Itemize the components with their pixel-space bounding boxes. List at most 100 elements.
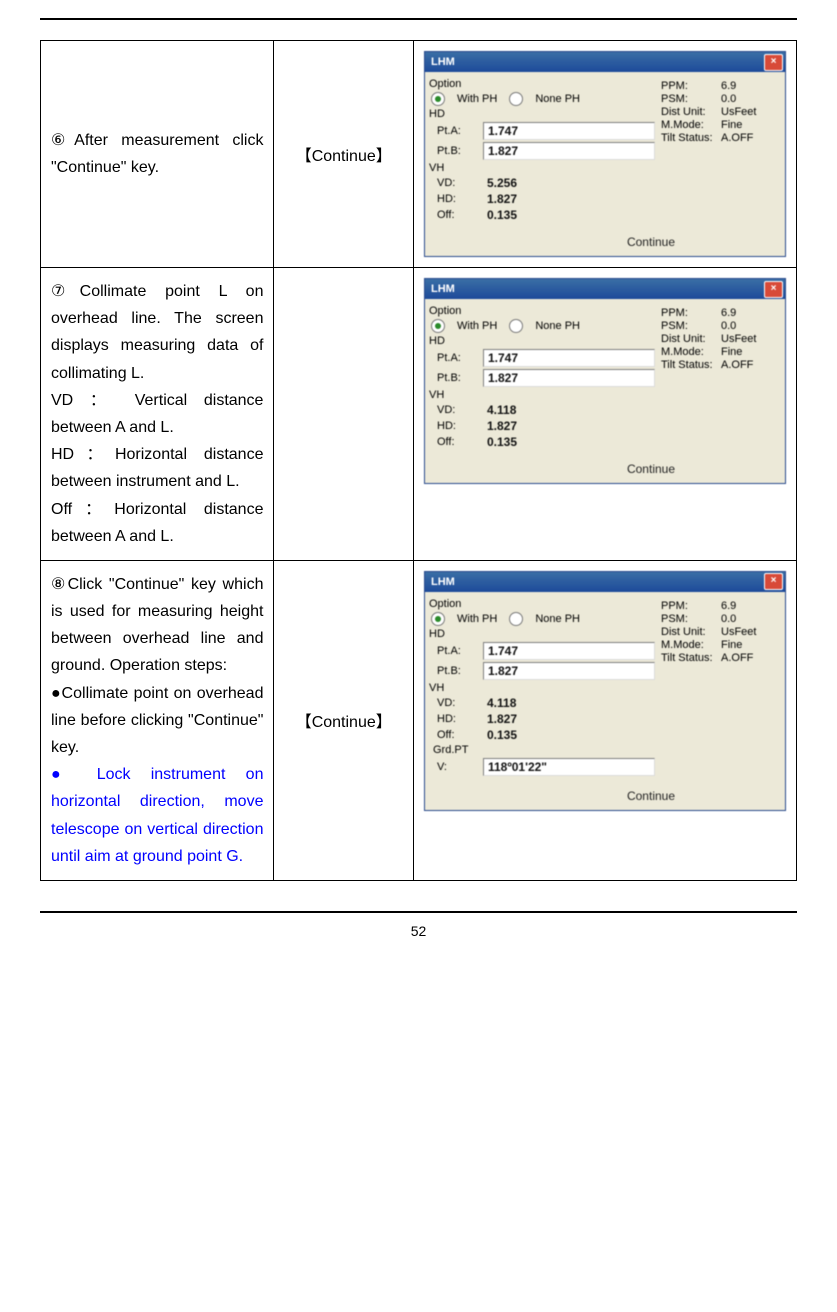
- distunit-label: Dist Unit:: [661, 106, 721, 118]
- pta-label: Pt.A:: [437, 352, 477, 364]
- ptb-input[interactable]: 1.827: [483, 369, 655, 387]
- key-indicator: 【Continue】: [274, 560, 414, 880]
- continue-button[interactable]: Continue: [615, 788, 687, 804]
- instruction-text: ⑦Collimate point L on overhead line. The…: [41, 268, 274, 561]
- distunit-value: UsFeet: [721, 106, 779, 118]
- tilt-label: Tilt Status:: [661, 132, 721, 144]
- text-line: ⑦Collimate point L on overhead line. The…: [51, 283, 263, 382]
- off-label: Off:: [437, 209, 477, 221]
- close-icon[interactable]: ×: [764, 573, 783, 590]
- continue-key-label: 【Continue】: [296, 714, 392, 731]
- radio-with-ph[interactable]: [431, 319, 445, 333]
- ptb-input[interactable]: 1.827: [483, 142, 655, 160]
- pta-input[interactable]: 1.747: [483, 122, 655, 140]
- key-indicator: 【Continue】: [274, 41, 414, 268]
- continue-button[interactable]: Continue: [615, 461, 687, 477]
- vd-label: VD:: [437, 697, 477, 709]
- dialog-window: LHM × Option With PH No: [424, 278, 786, 484]
- ppm-label: PPM:: [661, 80, 721, 92]
- pta-input[interactable]: 1.747: [483, 642, 655, 660]
- pta-label: Pt.A:: [437, 125, 477, 137]
- vd-value: 4.118: [483, 403, 516, 417]
- dialog-titlebar[interactable]: LHM ×: [425, 279, 785, 299]
- vd-label: VD:: [437, 404, 477, 416]
- off-value: 0.135: [483, 728, 517, 742]
- ppm-label: PPM:: [661, 307, 721, 319]
- psm-value: 0.0: [721, 613, 779, 625]
- mmode-label: M.Mode:: [661, 119, 721, 131]
- option-label: Option: [429, 78, 655, 90]
- grd-input[interactable]: 118º01'22": [483, 758, 655, 776]
- option-label: Option: [429, 305, 655, 317]
- key-indicator: [274, 268, 414, 561]
- page-number: 52: [40, 923, 797, 939]
- hd-section-label: HD: [429, 108, 655, 120]
- radio-with-ph-label: With PH: [457, 613, 497, 625]
- vh-section-label: VH: [429, 389, 655, 401]
- ppm-value: 6.9: [721, 80, 779, 92]
- grd-label: Grd.PT: [429, 744, 655, 756]
- vh-section-label: VH: [429, 162, 655, 174]
- radio-none-ph-label: None PH: [535, 613, 580, 625]
- disabled-button: [697, 788, 769, 804]
- hd-label: HD:: [437, 713, 477, 725]
- dialog-title-text: LHM: [431, 576, 455, 588]
- tilt-value: A.OFF: [721, 359, 779, 371]
- ppm-value: 6.9: [721, 600, 779, 612]
- ppm-label: PPM:: [661, 600, 721, 612]
- tilt-label: Tilt Status:: [661, 359, 721, 371]
- ptb-input[interactable]: 1.827: [483, 662, 655, 680]
- instruction-table: ⑥After measurement click "Continue" key.…: [40, 40, 797, 881]
- radio-with-ph[interactable]: [431, 612, 445, 626]
- ptb-label: Pt.B:: [437, 372, 477, 384]
- dialog-titlebar[interactable]: LHM ×: [425, 52, 785, 72]
- vh-section-label: VH: [429, 682, 655, 694]
- tilt-label: Tilt Status:: [661, 652, 721, 664]
- psm-label: PSM:: [661, 613, 721, 625]
- close-icon[interactable]: ×: [764, 54, 783, 71]
- radio-none-ph[interactable]: [509, 612, 523, 626]
- radio-none-ph[interactable]: [509, 92, 523, 106]
- radio-none-ph-label: None PH: [535, 320, 580, 332]
- radio-with-ph-label: With PH: [457, 93, 497, 105]
- dialog-window: LHM × Option With PH No: [424, 571, 786, 811]
- top-rule: [40, 18, 797, 20]
- psm-label: PSM:: [661, 93, 721, 105]
- radio-none-ph-label: None PH: [535, 93, 580, 105]
- vd-value: 4.118: [483, 696, 516, 710]
- psm-value: 0.0: [721, 320, 779, 332]
- mmode-value: Fine: [721, 639, 779, 651]
- dialog-titlebar[interactable]: LHM ×: [425, 572, 785, 592]
- info-panel: PPM:6.9 PSM:0.0 Dist Unit:UsFeet M.Mode:…: [661, 596, 779, 778]
- hd-value: 1.827: [483, 419, 517, 433]
- screenshot-cell: LHM × Option With PH No: [414, 560, 797, 880]
- radio-with-ph-label: With PH: [457, 320, 497, 332]
- vd-value: 5.256: [483, 176, 517, 190]
- text-line: ●Collimate point on overhead line before…: [51, 685, 263, 756]
- text-line: Off：Horizontal distance between A and L.: [51, 501, 263, 545]
- hd-section-label: HD: [429, 628, 655, 640]
- screenshot-cell: LHM × Option With PH No: [414, 41, 797, 268]
- table-row: ⑧Click "Continue" key which is used for …: [41, 560, 797, 880]
- ptb-label: Pt.B:: [437, 665, 477, 677]
- continue-button[interactable]: Continue: [615, 234, 687, 250]
- text-line: HD：Horizontal distance between instrumen…: [51, 446, 263, 490]
- instruction-text: ⑧Click "Continue" key which is used for …: [41, 560, 274, 880]
- text-line: VD ： Vertical distance between A and L.: [51, 392, 263, 436]
- info-panel: PPM:6.9 PSM:0.0 Dist Unit:UsFeet M.Mode:…: [661, 76, 779, 224]
- table-row: ⑥After measurement click "Continue" key.…: [41, 41, 797, 268]
- option-label: Option: [429, 598, 655, 610]
- mmode-value: Fine: [721, 119, 779, 131]
- hd-section-label: HD: [429, 335, 655, 347]
- instruction-text: ⑥After measurement click "Continue" key.: [41, 41, 274, 268]
- psm-value: 0.0: [721, 93, 779, 105]
- mmode-label: M.Mode:: [661, 639, 721, 651]
- radio-with-ph[interactable]: [431, 92, 445, 106]
- off-value: 0.135: [483, 208, 517, 222]
- mmode-value: Fine: [721, 346, 779, 358]
- disabled-button: [697, 461, 769, 477]
- pta-input[interactable]: 1.747: [483, 349, 655, 367]
- tilt-value: A.OFF: [721, 652, 779, 664]
- radio-none-ph[interactable]: [509, 319, 523, 333]
- close-icon[interactable]: ×: [764, 281, 783, 298]
